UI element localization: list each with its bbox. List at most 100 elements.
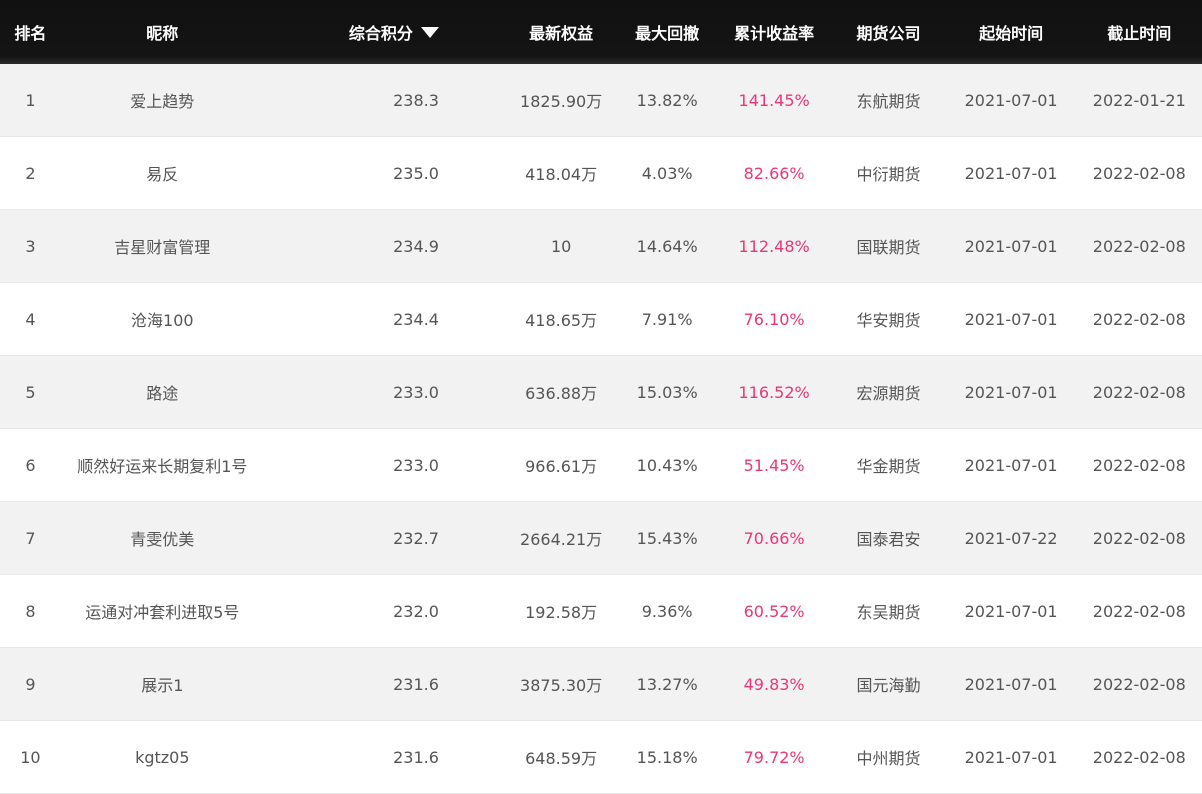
rank-cell: 3 [25,236,36,256]
score-cell: 233.0 [393,382,439,402]
drawdown-cell: 4.03% [641,163,693,183]
rank-cell: 2 [25,163,36,183]
company-cell: 东航期货 [856,92,921,111]
return-cell: 49.83% [743,674,805,694]
header-drawdown[interactable]: 最大回撤 [617,20,717,44]
table-row[interactable]: 4 沧海100 234.4 418.65万 7.91% 76.10% 华安期货 … [0,283,1202,356]
equity-cell: 2664.21万 [520,530,603,549]
nickname-cell[interactable]: 运通对冲套利进取5号 [61,599,264,623]
company-cell: 华金期货 [856,457,921,476]
equity-cell: 10 [550,236,572,256]
nickname-cell[interactable]: 青雯优美 [61,526,264,550]
company-cell: 国联期货 [856,238,921,257]
ranking-table: 排名 昵称 综合积分 最新权益 最大回撤 累计收益率 期货公司 起始时间 截止时… [0,0,1202,794]
nickname-cell[interactable]: 易反 [61,161,264,185]
start-date-cell: 2021-07-01 [964,90,1058,110]
equity-cell: 636.88万 [525,384,598,403]
return-cell: 70.66% [743,528,805,548]
nickname-cell[interactable]: 沧海100 [61,307,264,331]
header-rank[interactable]: 排名 [0,20,61,44]
drawdown-cell: 9.36% [641,601,693,621]
end-date-cell: 2022-02-08 [1092,674,1186,694]
table-header: 排名 昵称 综合积分 最新权益 最大回撤 累计收益率 期货公司 起始时间 截止时… [0,0,1202,64]
header-equity[interactable]: 最新权益 [505,20,618,44]
rank-cell: 7 [25,528,36,548]
return-cell: 76.10% [743,309,805,329]
rank-cell: 1 [25,90,36,110]
drawdown-cell: 10.43% [636,455,698,475]
equity-cell: 418.04万 [525,165,598,184]
nickname-cell[interactable]: 爱上趋势 [61,88,264,112]
return-cell: 112.48% [738,236,810,256]
nickname-cell[interactable]: 顺然好运来长期复利1号 [61,453,264,477]
table-body: 1 爱上趋势 238.3 1825.90万 13.82% 141.45% 东航期… [0,64,1202,794]
return-cell: 51.45% [743,455,805,475]
header-score-label: 综合积分 [348,24,413,43]
rank-cell: 8 [25,601,36,621]
score-cell: 233.0 [393,455,439,475]
return-cell: 60.52% [743,601,805,621]
rank-cell: 10 [20,747,41,767]
header-end[interactable]: 截止时间 [1077,20,1202,44]
table-row[interactable]: 9 展示1 231.6 3875.30万 13.27% 49.83% 国元海勤 … [0,648,1202,721]
nickname-cell[interactable]: 吉星财富管理 [61,234,264,258]
start-date-cell: 2021-07-01 [964,674,1058,694]
score-cell: 235.0 [393,163,439,183]
header-return[interactable]: 累计收益率 [717,20,831,44]
start-date-cell: 2021-07-01 [964,601,1058,621]
table-row[interactable]: 7 青雯优美 232.7 2664.21万 15.43% 70.66% 国泰君安… [0,502,1202,575]
drawdown-cell: 13.27% [636,674,698,694]
nickname-cell[interactable]: 路途 [61,380,264,404]
table-row[interactable]: 6 顺然好运来长期复利1号 233.0 966.61万 10.43% 51.45… [0,429,1202,502]
company-cell: 国泰君安 [856,530,921,549]
company-cell: 中州期货 [856,749,921,768]
drawdown-cell: 15.03% [636,382,698,402]
nickname-cell[interactable]: kgtz05 [61,748,264,767]
end-date-cell: 2022-02-08 [1092,309,1186,329]
table-row[interactable]: 8 运通对冲套利进取5号 232.0 192.58万 9.36% 60.52% … [0,575,1202,648]
end-date-cell: 2022-01-21 [1092,90,1186,110]
score-cell: 234.4 [393,309,439,329]
header-nickname[interactable]: 昵称 [61,20,264,44]
return-cell: 141.45% [738,90,810,110]
start-date-cell: 2021-07-01 [964,382,1058,402]
end-date-cell: 2022-02-08 [1092,455,1186,475]
end-date-cell: 2022-02-08 [1092,528,1186,548]
end-date-cell: 2022-02-08 [1092,382,1186,402]
score-cell: 234.9 [393,236,439,256]
score-cell: 238.3 [393,90,439,110]
equity-cell: 192.58万 [525,603,598,622]
start-date-cell: 2021-07-01 [964,309,1058,329]
header-score[interactable]: 综合积分 [264,20,457,44]
start-date-cell: 2021-07-01 [964,236,1058,256]
nickname-cell[interactable]: 展示1 [61,672,264,696]
start-date-cell: 2021-07-01 [964,163,1058,183]
header-company[interactable]: 期货公司 [831,20,945,44]
header-start[interactable]: 起始时间 [946,20,1077,44]
score-cell: 231.6 [393,674,439,694]
table-row[interactable]: 10 kgtz05 231.6 648.59万 15.18% 79.72% 中州… [0,721,1202,794]
table-row[interactable]: 1 爱上趋势 238.3 1825.90万 13.82% 141.45% 东航期… [0,64,1202,137]
equity-cell: 1825.90万 [520,92,603,111]
rank-cell: 6 [25,455,36,475]
table-row[interactable]: 3 吉星财富管理 234.9 10 14.64% 112.48% 国联期货 20… [0,210,1202,283]
end-date-cell: 2022-02-08 [1092,163,1186,183]
triangle-down-icon[interactable] [420,26,439,38]
company-cell: 华安期货 [856,311,921,330]
return-cell: 79.72% [743,747,805,767]
company-cell: 宏源期货 [856,384,921,403]
score-cell: 232.7 [393,528,439,548]
end-date-cell: 2022-02-08 [1092,601,1186,621]
rank-cell: 4 [25,309,36,329]
drawdown-cell: 15.18% [636,747,698,767]
drawdown-cell: 15.43% [636,528,698,548]
end-date-cell: 2022-02-08 [1092,747,1186,767]
table-row[interactable]: 2 易反 235.0 418.04万 4.03% 82.66% 中衍期货 202… [0,137,1202,210]
rank-cell: 5 [25,382,36,402]
drawdown-cell: 7.91% [641,309,693,329]
company-cell: 中衍期货 [856,165,921,184]
start-date-cell: 2021-07-22 [964,528,1058,548]
equity-cell: 648.59万 [525,749,598,768]
equity-cell: 3875.30万 [520,676,603,695]
table-row[interactable]: 5 路途 233.0 636.88万 15.03% 116.52% 宏源期货 2… [0,356,1202,429]
